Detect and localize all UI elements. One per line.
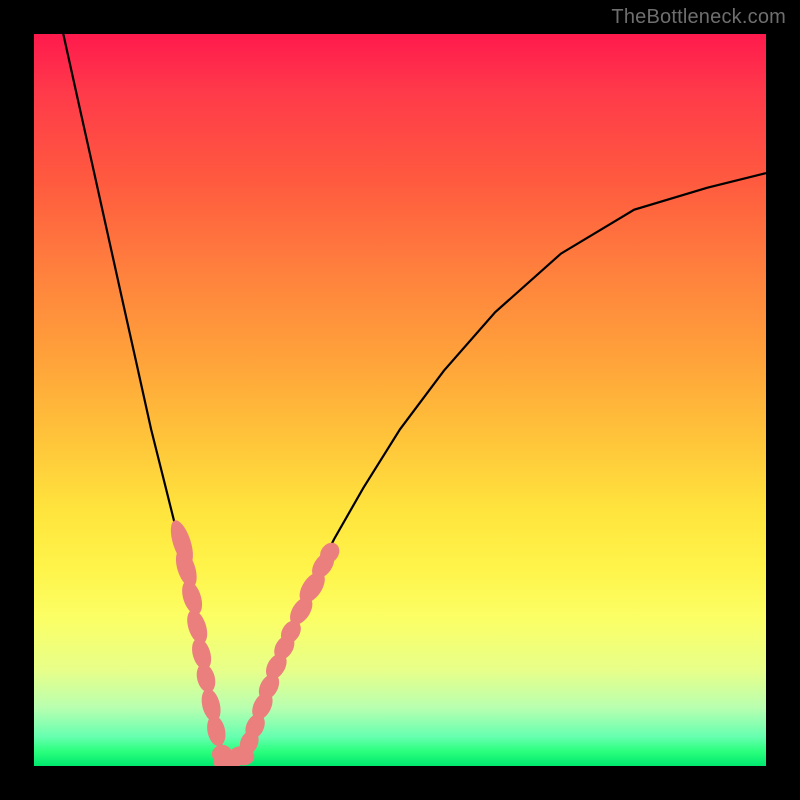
watermark-text: TheBottleneck.com xyxy=(611,6,786,29)
bottleneck-curve xyxy=(63,34,766,762)
chart-svg xyxy=(34,34,766,766)
plot-area xyxy=(34,34,766,766)
chart-frame: TheBottleneck.com xyxy=(0,0,800,800)
curve-marker xyxy=(204,714,228,748)
curve-markers xyxy=(166,518,343,766)
